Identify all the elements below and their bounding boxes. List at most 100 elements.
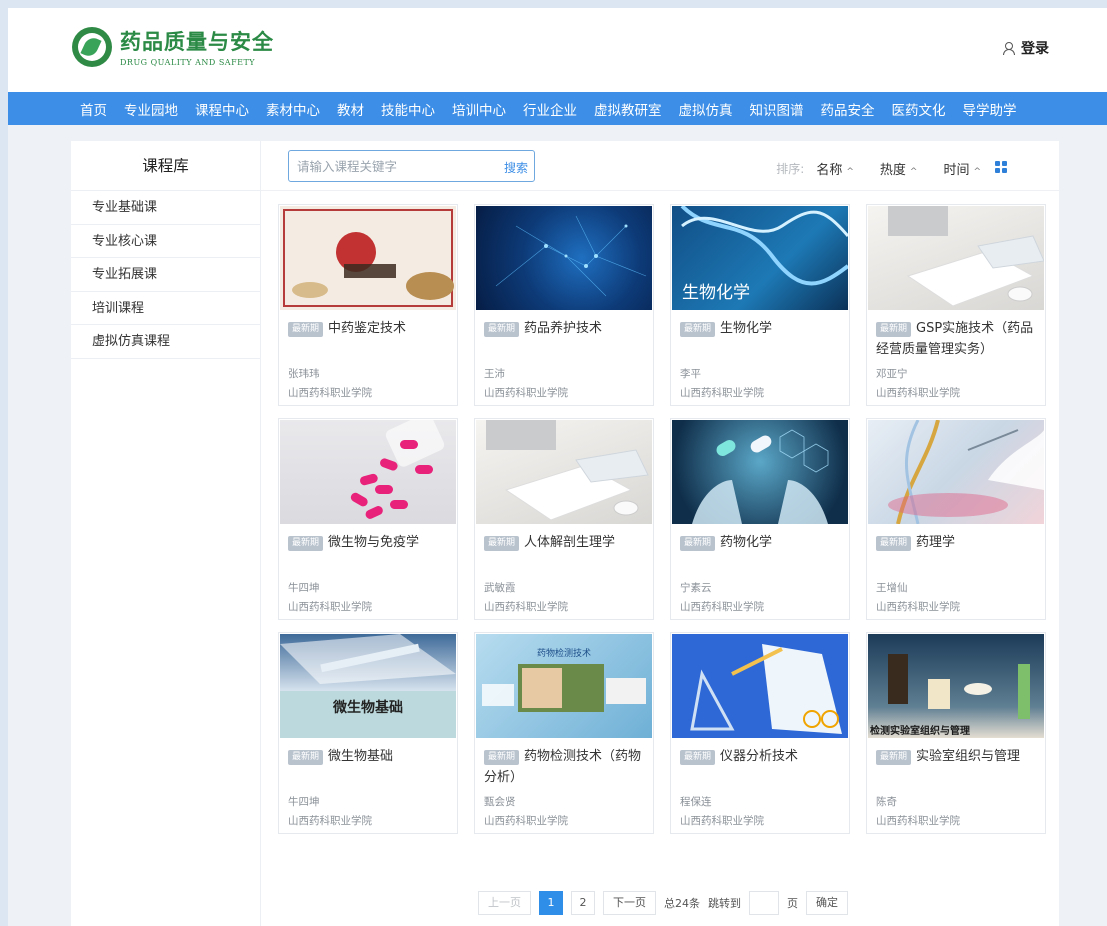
course-card[interactable]: 最新期 药品养护技术 王沛 山西药科职业学院 [474, 204, 654, 406]
jump-confirm-button[interactable]: 确定 [806, 891, 848, 915]
latest-badge: 最新期 [680, 536, 716, 551]
course-teacher: 李平 [680, 368, 701, 380]
course-thumbnail [280, 206, 456, 310]
search-input[interactable] [297, 151, 497, 181]
course-card[interactable]: 最新期 药物化学 宁素云 山西药科职业学院 [670, 418, 850, 620]
course-title: 最新期 生物化学 [680, 318, 844, 339]
sort-by-name[interactable]: 名称 ^ [816, 159, 854, 178]
thumbnail-caption: 检测实验室组织与管理 [870, 724, 970, 737]
course-card[interactable]: 最新期 GSP实施技术（药品经营质量管理实务） 邓亚宁 山西药科职业学院 [866, 204, 1046, 406]
course-title: 最新期 微生物基础 [288, 746, 452, 767]
sidebar-item-core[interactable]: 专业核心课 [71, 225, 260, 258]
sort-by-popularity-label: 热度 [879, 163, 906, 178]
next-page-button[interactable]: 下一页 [603, 891, 656, 915]
sidebar-item-virtual[interactable]: 虚拟仿真课程 [71, 325, 260, 359]
sort-by-popularity[interactable]: 热度 ^ [880, 159, 918, 178]
course-thumbnail [280, 420, 456, 524]
search-box: 搜索 [288, 150, 535, 182]
thumbnail-caption: 生物化学 [682, 283, 750, 303]
nav-item-medical-culture[interactable]: 医药文化 [892, 99, 946, 119]
grid-view-icon[interactable] [995, 161, 1007, 173]
course-thumbnail [672, 420, 848, 524]
course-title-text: 仪器分析技术 [720, 749, 799, 764]
course-title-text: 微生物基础 [328, 749, 394, 764]
nav-item-home[interactable]: 首页 [80, 99, 107, 119]
course-title: 最新期 药品养护技术 [484, 318, 648, 339]
thumbnail-caption: 微生物基础 [332, 699, 403, 716]
latest-badge: 最新期 [680, 322, 716, 337]
course-title: 最新期 药物检测技术（药物分析） [484, 746, 648, 788]
course-teacher: 程保连 [680, 796, 712, 808]
nav-item-knowledge-graph[interactable]: 知识图谱 [750, 99, 804, 119]
course-teacher: 武敏霞 [484, 582, 516, 594]
site-logo[interactable]: 药品质量与安全 DRUG QUALITY AND SAFETY [72, 26, 274, 67]
course-title: 最新期 人体解剖生理学 [484, 532, 648, 553]
sidebar-item-training[interactable]: 培训课程 [71, 292, 260, 325]
course-title: 最新期 实验室组织与管理 [876, 746, 1040, 767]
latest-badge: 最新期 [680, 750, 716, 765]
nav-item-textbook[interactable]: 教材 [337, 99, 364, 119]
course-card[interactable]: 检测实验室组织与管理 最新期 实验室组织与管理 陈奇 山西药科职业学院 [866, 632, 1046, 834]
course-card[interactable]: 最新期 人体解剖生理学 武敏霞 山西药科职业学院 [474, 418, 654, 620]
latest-badge: 最新期 [288, 536, 324, 551]
course-teacher: 牛四坤 [288, 582, 320, 594]
nav-item-study-guide[interactable]: 导学助学 [963, 99, 1017, 119]
page-frame: 药品质量与安全 DRUG QUALITY AND SAFETY 登录 首页 专业… [8, 8, 1107, 926]
course-title-text: 人体解剖生理学 [524, 535, 616, 550]
nav-item-training-center[interactable]: 培训中心 [452, 99, 506, 119]
course-title: 最新期 微生物与免疫学 [288, 532, 452, 553]
sort-by-time[interactable]: 时间 ^ [943, 159, 981, 178]
course-school: 山西药科职业学院 [680, 815, 764, 827]
course-thumbnail [672, 634, 848, 738]
nav-item-industry[interactable]: 行业企业 [523, 99, 577, 119]
sort-by-name-label: 名称 [816, 163, 843, 178]
nav-item-virtual-research[interactable]: 虚拟教研室 [594, 99, 662, 119]
course-card[interactable]: 微生物基础 最新期 微生物基础 牛四坤 山西药科职业学院 [278, 632, 458, 834]
course-school: 山西药科职业学院 [484, 387, 568, 399]
nav-item-material-center[interactable]: 素材中心 [266, 99, 320, 119]
login-label: 登录 [1021, 41, 1049, 57]
course-title: 最新期 GSP实施技术（药品经营质量管理实务） [876, 318, 1040, 360]
course-school: 山西药科职业学院 [288, 601, 372, 613]
course-school: 山西药科职业学院 [484, 601, 568, 613]
course-card[interactable]: 最新期 中药鉴定技术 张玮玮 山西药科职业学院 [278, 204, 458, 406]
sort-by-time-label: 时间 [943, 163, 970, 178]
nav-item-drug-safety[interactable]: 药品安全 [821, 99, 875, 119]
course-thumbnail [476, 206, 652, 310]
chevron-up-icon: ^ [846, 167, 854, 177]
login-button[interactable]: 登录 [1003, 38, 1049, 58]
jump-label: 跳转到 [708, 897, 741, 910]
course-card[interactable]: 最新期 药理学 王增仙 山西药科职业学院 [866, 418, 1046, 620]
nav-item-major-garden[interactable]: 专业园地 [124, 99, 178, 119]
page-button-1[interactable]: 1 [539, 891, 563, 915]
chevron-up-icon: ^ [909, 167, 918, 177]
course-card[interactable]: 生物化学 最新期 生物化学 李平 山西药科职业学院 [670, 204, 850, 406]
course-thumbnail: 药物检测技术 [476, 634, 652, 738]
course-thumbnail: 检测实验室组织与管理 [868, 634, 1044, 738]
sidebar-item-extension[interactable]: 专业拓展课 [71, 258, 260, 292]
latest-badge: 最新期 [484, 750, 520, 765]
nav-item-virtual-sim[interactable]: 虚拟仿真 [679, 99, 733, 119]
course-thumbnail: 生物化学 [672, 206, 848, 310]
course-card[interactable]: 最新期 微生物与免疫学 牛四坤 山西药科职业学院 [278, 418, 458, 620]
search-button[interactable]: 搜索 [504, 159, 528, 176]
course-school: 山西药科职业学院 [876, 815, 960, 827]
latest-badge: 最新期 [288, 322, 324, 337]
sidebar-item-basic[interactable]: 专业基础课 [71, 191, 260, 225]
site-header: 药品质量与安全 DRUG QUALITY AND SAFETY 登录 [8, 8, 1107, 92]
course-school: 山西药科职业学院 [484, 815, 568, 827]
course-library-panel: 课程库 专业基础课 专业核心课 专业拓展课 培训课程 虚拟仿真课程 搜索 排序:… [71, 141, 1059, 926]
nav-item-skill-center[interactable]: 技能中心 [381, 99, 435, 119]
course-toolbar: 搜索 排序: 名称^ 热度^ 时间^ [261, 141, 1059, 191]
course-school: 山西药科职业学院 [680, 387, 764, 399]
course-card[interactable]: 最新期 仪器分析技术 程保连 山西药科职业学院 [670, 632, 850, 834]
course-card[interactable]: 药物检测技术 最新期 药物检测技术（药物分析） 甄会贤 山西药科职业学院 [474, 632, 654, 834]
jump-page-input[interactable] [749, 891, 779, 915]
course-school: 山西药科职业学院 [288, 815, 372, 827]
prev-page-button[interactable]: 上一页 [478, 891, 531, 915]
nav-item-course-center[interactable]: 课程中心 [195, 99, 249, 119]
pagination: 上一页 1 2 下一页 总24条 跳转到 页 确定 [478, 891, 856, 915]
sidebar-title: 课程库 [71, 141, 260, 191]
course-teacher: 陈奇 [876, 796, 897, 808]
page-button-2[interactable]: 2 [571, 891, 595, 915]
